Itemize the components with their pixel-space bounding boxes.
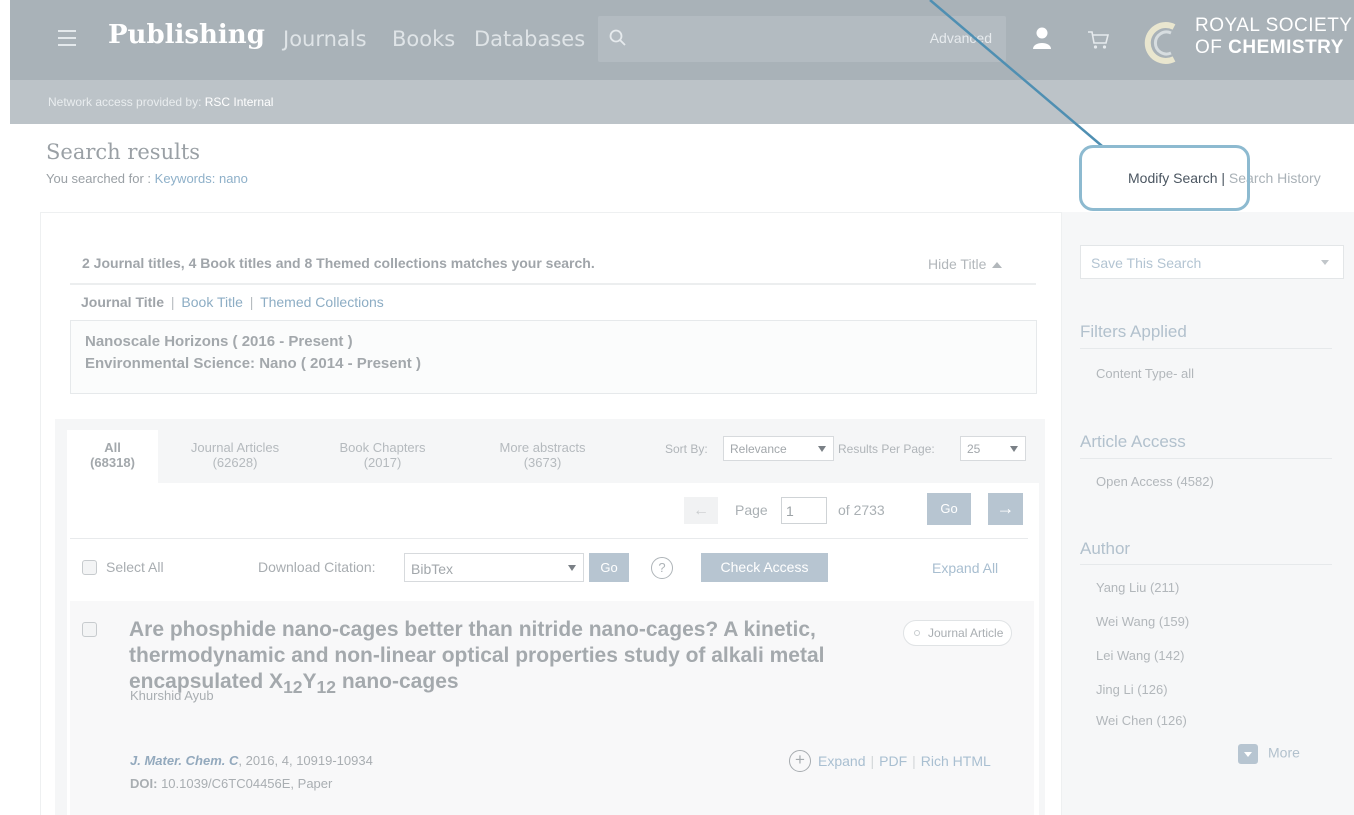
nav-journals-link[interactable]: Journals [283,27,367,51]
expand-all-link[interactable]: Expand All [932,560,998,576]
results-per-page-select[interactable]: 25 [960,436,1026,461]
circle-icon [914,630,920,636]
search-icon[interactable] [608,28,628,48]
searched-for-text: You searched for : Keywords: nano [46,171,248,186]
divider [1080,564,1332,565]
global-search-input[interactable] [634,16,924,62]
download-citation-label: Download Citation: [258,559,376,575]
rsc-logo-text-line2: OF CHEMISTRY [1195,37,1344,58]
nav-books-link[interactable]: Books [392,27,455,51]
sort-by-select[interactable]: Relevance [723,436,834,461]
citation-go-button[interactable]: Go [589,553,629,582]
applied-filter[interactable]: Content Type- all [1096,366,1194,381]
article-title-link[interactable]: Are phosphide nano-cages better than nit… [129,617,889,700]
author-filter[interactable]: Jing Li (126) [1096,682,1168,697]
cart-icon[interactable] [1086,28,1112,52]
check-access-button[interactable]: Check Access [701,553,828,582]
save-search-dropdown[interactable]: Save This Search [1080,245,1344,279]
author-filter[interactable]: Lei Wang (142) [1096,648,1184,663]
article-citation: J. Mater. Chem. C, 2016, 4, 10919-10934 [130,753,373,768]
tab-all[interactable]: All (68318) [67,430,158,484]
divider [70,538,1028,539]
journal-title-link[interactable]: Nanoscale Horizons ( 2016 - Present ) [85,333,353,350]
tab-journal-title[interactable]: Journal Title [81,294,164,310]
journal-titles-list: Nanoscale Horizons ( 2016 - Present ) En… [70,320,1037,394]
chevron-down-icon [1238,744,1258,764]
user-account-icon[interactable] [1031,25,1053,51]
advanced-search-link[interactable]: Advanced [930,30,992,46]
pdf-link[interactable]: PDF [879,753,907,769]
article-access-heading: Article Access [1080,432,1186,451]
tab-more-abstracts[interactable]: More abstracts (3673) [480,430,605,470]
network-access-bar: Network access provided by: RSC Internal [10,80,1354,124]
dropdown-arrow-icon [818,446,826,452]
next-page-button[interactable]: → [988,493,1023,525]
plus-icon[interactable]: + [789,750,811,772]
title-type-tabs: Journal Title | Book Title | Themed Coll… [81,294,384,310]
article-doi: DOI: 10.1039/C6TC04456E, Paper [130,776,333,791]
expand-link[interactable]: Expand [818,753,865,769]
sort-by-label: Sort By: [665,442,708,456]
searched-keywords: Keywords: nano [154,171,248,186]
divider [1080,458,1332,459]
caret-up-icon [992,262,1003,269]
rich-html-link[interactable]: Rich HTML [921,753,991,769]
page-go-button[interactable]: Go [927,493,971,525]
filters-applied-heading: Filters Applied [1080,322,1187,341]
dropdown-arrow-icon [1321,260,1329,265]
divider [1080,348,1332,349]
dropdown-arrow-icon [568,565,576,571]
select-all-label: Select All [106,559,164,575]
callout-highlight [1079,145,1250,211]
global-search-box: Advanced [598,16,1006,62]
brand-publishing-link[interactable]: Publishing [108,20,265,50]
journal-title-link[interactable]: Environmental Science: Nano ( 2014 - Pre… [85,355,421,372]
tab-book-title[interactable]: Book Title [181,294,242,310]
hide-title-toggle[interactable]: Hide Title [928,256,1003,272]
dropdown-arrow-icon [1010,446,1018,452]
article-actions: Expand | PDF | Rich HTML [818,753,991,769]
total-pages-label: of 2733 [838,502,885,518]
rsc-logo-icon[interactable] [1138,18,1188,68]
rsc-logo-text-line1: ROYAL SOCIETY [1195,15,1353,36]
page-number-input[interactable] [781,497,827,524]
nav-databases-link[interactable]: Databases [474,27,585,51]
page-label: Page [735,502,768,518]
article-type-badge: Journal Article [903,620,1013,646]
open-access-filter[interactable]: Open Access (4582) [1096,474,1214,489]
previous-page-button[interactable]: ← [684,497,718,524]
citation-format-select[interactable]: BibTex [404,553,584,582]
help-icon[interactable]: ? [651,557,673,579]
title-match-summary: 2 Journal titles, 4 Book titles and 8 Th… [82,255,595,271]
page-title: Search results [46,140,201,164]
results-per-page-label: Results Per Page: [838,442,935,456]
divider [70,283,1036,285]
author-filter[interactable]: Wei Wang (159) [1096,614,1189,629]
menu-icon[interactable] [58,30,76,46]
author-filter[interactable]: Wei Chen (126) [1096,713,1187,728]
more-authors-button[interactable]: More [1238,744,1300,764]
tab-themed-collections[interactable]: Themed Collections [260,294,384,310]
article-authors[interactable]: Khurshid Ayub [130,688,214,703]
tab-book-chapters[interactable]: Book Chapters (2017) [320,430,445,470]
result-select-checkbox[interactable] [82,622,97,637]
journal-link[interactable]: J. Mater. Chem. C [130,753,238,768]
access-organization: RSC Internal [204,95,274,109]
tab-journal-articles[interactable]: Journal Articles (62628) [170,430,300,470]
select-all-checkbox[interactable] [82,560,97,575]
network-access-text: Network access provided by: RSC Internal [48,95,274,109]
author-filter[interactable]: Yang Liu (211) [1096,580,1179,595]
author-heading: Author [1080,539,1131,558]
